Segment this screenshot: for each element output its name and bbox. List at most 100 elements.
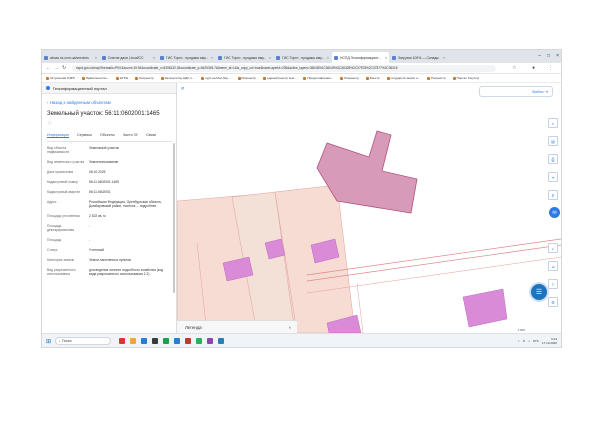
close-icon[interactable]: ×: [269, 56, 271, 60]
close-icon[interactable]: ×: [443, 56, 445, 60]
browser-window: almaz.vs.com.ua/services × Снятие дачи | …: [41, 49, 562, 348]
close-icon[interactable]: ×: [385, 56, 387, 60]
bookmark[interactable]: Росреестр: [427, 76, 446, 80]
bookmark[interactable]: ЕГРН: [116, 76, 128, 80]
bookmark-icon: [452, 76, 456, 80]
bookmark[interactable]: Актуальная СЗРЗ: [46, 76, 75, 80]
bookmark-icon: [365, 76, 369, 80]
star-icon[interactable]: ☆: [512, 65, 516, 71]
folder-icon[interactable]: [130, 338, 137, 344]
taskbar-search[interactable]: ⌕ Поиск: [55, 337, 112, 345]
chevron-up-icon[interactable]: ˄: [518, 339, 520, 343]
app-icon[interactable]: [207, 338, 214, 344]
collapse-panel-icon[interactable]: «: [181, 86, 184, 92]
app-icon[interactable]: [185, 338, 192, 344]
browser-tab[interactable]: Снятие дачи | local/CC ×: [100, 52, 157, 63]
print-icon[interactable]: ⎙: [548, 154, 558, 164]
bookmark[interactable]: единый реестр зем...: [263, 76, 296, 80]
browser-tab[interactable]: ГИС Торги - продажа иму... ×: [216, 52, 273, 63]
maximize-icon[interactable]: □: [547, 53, 550, 59]
url-input[interactable]: nspd.gov.ru/map?thematic=PKK&zoom=19.94&…: [72, 64, 496, 72]
share-icon[interactable]: ⋖: [548, 172, 558, 182]
bookmark-map-icon[interactable]: ⚲: [548, 190, 558, 200]
settings-icon[interactable]: ⚙: [548, 297, 558, 307]
menu-icon[interactable]: ⋮: [548, 65, 553, 71]
app-icon[interactable]: [196, 338, 203, 344]
tab-objects[interactable]: Объекты: [100, 133, 115, 138]
locate-icon[interactable]: ➶: [548, 243, 558, 253]
favicon-icon: [218, 55, 222, 60]
close-icon[interactable]: ×: [327, 56, 329, 60]
map-scale: 1:000: [517, 328, 525, 332]
bookmark[interactable]: государств.земли и...: [386, 76, 420, 80]
building[interactable]: [462, 288, 508, 328]
reload-icon[interactable]: ↻: [62, 65, 66, 71]
draw-icon[interactable]: ⚐: [548, 279, 558, 289]
chat-button[interactable]: ☰: [531, 284, 547, 300]
bookmark-icon: [340, 76, 344, 80]
app-icon[interactable]: [119, 338, 126, 344]
back-arrow-icon[interactable]: ←: [46, 65, 51, 71]
tab-parts[interactable]: Части ЗУ: [123, 133, 138, 138]
search-icon[interactable]: ⌕: [548, 118, 558, 128]
bookmark[interactable]: курс на Мос.бир...: [201, 76, 231, 80]
tab-services[interactable]: Сервисы: [77, 133, 92, 138]
forward-arrow-icon[interactable]: →: [54, 65, 59, 71]
volume-icon[interactable]: ◖: [528, 339, 530, 343]
bookmark-icon: [46, 76, 49, 80]
bookmark-icon: [201, 76, 205, 80]
legend-bar[interactable]: Легенда ˄: [177, 320, 297, 333]
bookmark[interactable]: Реестр: [365, 76, 380, 80]
tab-info[interactable]: Информация: [47, 133, 70, 138]
bookmark[interactable]: Росреестр: [340, 76, 359, 80]
app-icon[interactable]: [152, 338, 159, 344]
info-panel: Геоинформационный портал ‹ Назад к найде…: [42, 83, 177, 333]
favicon-icon: [392, 55, 396, 60]
favorite-star-icon[interactable]: ☆: [47, 120, 176, 127]
bookmark[interactable]: Правительство...: [81, 76, 109, 80]
property-row: Адрес Российская Федерация, Оренбургская …: [47, 200, 162, 208]
windows-start-icon[interactable]: ⊞: [46, 338, 51, 345]
property-row: Категория земель Земли населенных пунктов: [47, 258, 131, 262]
bookmark[interactable]: Росреестр: [237, 76, 256, 80]
property-row: Вид разрешенного использования для ведени…: [47, 268, 164, 276]
close-icon[interactable]: ×: [153, 56, 155, 60]
map-canvas[interactable]: « Войти ⇥ ⌕ ▤ ⎙ ⋖ ⚲ ✉ ➶ ⊿ ⚐ ⚙ ☰ Легенда …: [177, 83, 561, 333]
bookmark[interactable]: Предоставление...: [303, 76, 333, 80]
edge-icon[interactable]: [141, 338, 148, 344]
app-icon[interactable]: [174, 338, 181, 344]
browser-tab[interactable]: ГИС Торги - продажа иму... ×: [274, 52, 331, 63]
layers-icon[interactable]: ▤: [548, 136, 558, 146]
browser-tab-active[interactable]: НСПД Геоинформацион... ×: [332, 52, 389, 63]
favicon-icon: [276, 55, 280, 60]
profile-icon[interactable]: ●: [532, 65, 535, 71]
panel-scrollbar[interactable]: [173, 143, 175, 293]
property-list: Вид объекта недвижимости Земельный участо…: [47, 146, 176, 276]
bookmark[interactable]: Портал Госуслуг: [452, 76, 480, 80]
login-button[interactable]: Войти ⇥: [479, 86, 553, 97]
bookmark[interactable]: Калькулятор НДС о...: [160, 76, 194, 80]
bookmark-icon: [81, 76, 85, 80]
bookmark[interactable]: Росреестр: [135, 76, 154, 80]
app-icon[interactable]: [218, 338, 225, 344]
wifi-icon[interactable]: ≋: [523, 339, 526, 343]
close-icon[interactable]: ×: [211, 56, 213, 60]
tab-strip: almaz.vs.com.ua/services × Снятие дачи | …: [42, 50, 561, 63]
browser-tab[interactable]: Загрузки 100% — Склады ×: [390, 52, 447, 63]
close-window-icon[interactable]: ×: [556, 53, 559, 59]
portal-logo-icon: [46, 86, 50, 90]
property-row: Кадастровый квартал 56:11:0602001: [47, 190, 111, 194]
browser-tab[interactable]: ГИС Торги - продажа иму... ×: [158, 52, 215, 63]
close-icon[interactable]: ×: [95, 56, 97, 60]
clock[interactable]: 9:43 17.10.2025: [542, 337, 557, 345]
tab-links[interactable]: Связи: [146, 133, 156, 138]
chrome-icon[interactable]: [163, 338, 170, 344]
map-toolbar: ⌕ ▤ ⎙ ⋖ ⚲: [548, 118, 558, 200]
property-row: Дата присвоения 08.10.2025: [47, 170, 106, 174]
minimize-icon[interactable]: –: [538, 53, 541, 59]
measure-icon[interactable]: ⊿: [548, 261, 558, 271]
language-indicator[interactable]: РУС: [533, 339, 539, 343]
browser-tab[interactable]: almaz.vs.com.ua/services ×: [42, 52, 99, 63]
assistant-icon[interactable]: ✉: [549, 207, 560, 218]
back-link[interactable]: ‹ Назад к найденным объектам: [47, 100, 176, 105]
